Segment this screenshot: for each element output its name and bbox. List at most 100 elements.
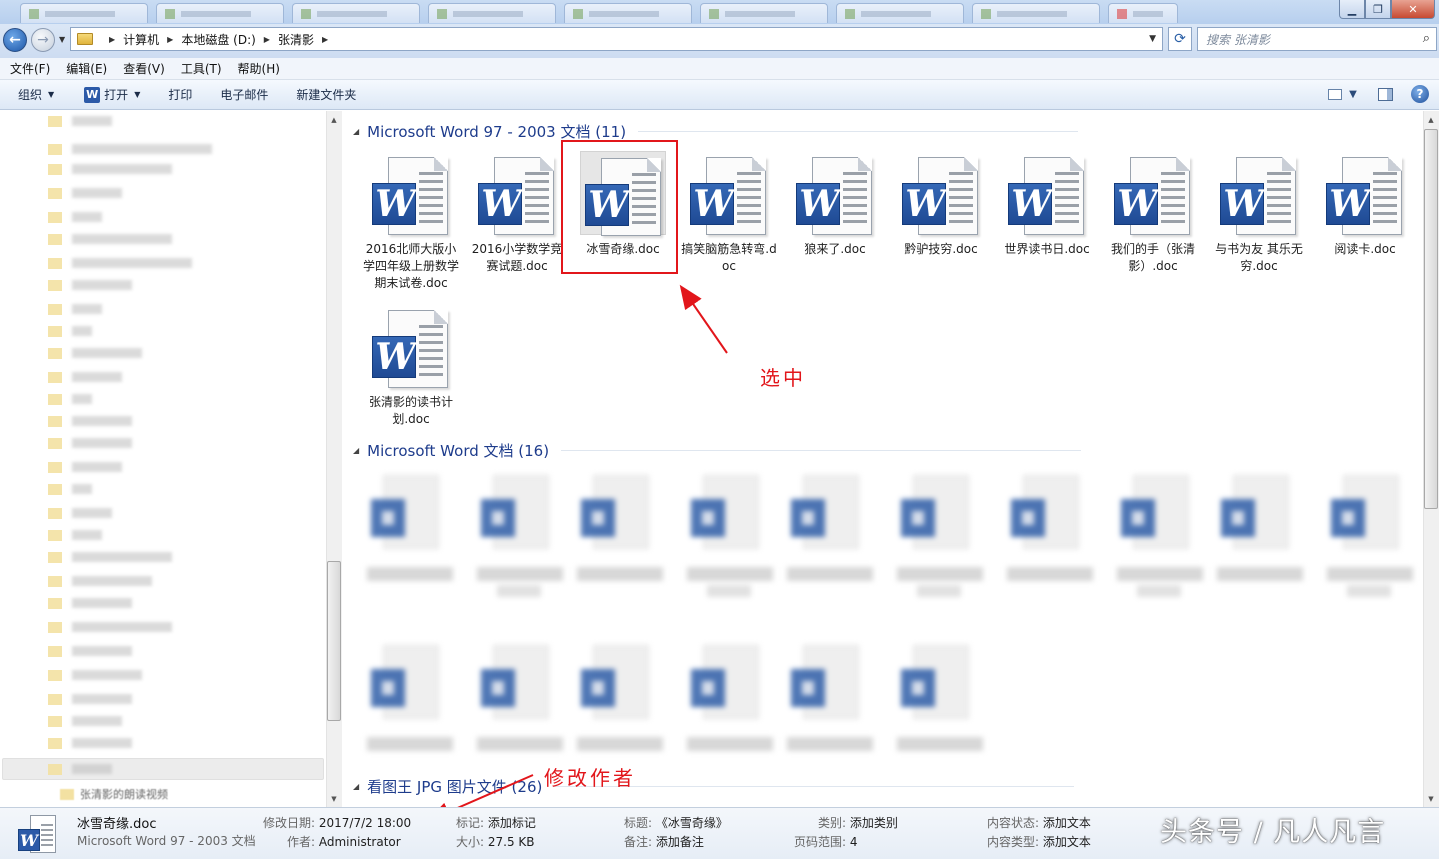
menu-help[interactable]: 帮助(H) — [238, 60, 280, 77]
refresh-button[interactable]: ⟳ — [1168, 27, 1192, 51]
blurred-tab[interactable] — [428, 3, 556, 23]
blurred-file-item[interactable] — [475, 469, 565, 619]
menu-view[interactable]: 查看(V) — [123, 60, 165, 77]
menu-file[interactable]: 文件(F) — [10, 60, 50, 77]
blurred-file-item[interactable] — [1325, 469, 1415, 619]
nav-tree-item[interactable] — [48, 461, 122, 473]
blurred-file-item[interactable] — [1215, 469, 1305, 619]
blurred-tab[interactable] — [292, 3, 420, 23]
file-item[interactable]: W 张清影的读书计划.doc — [363, 304, 459, 428]
address-dropdown[interactable]: ▼ — [1149, 34, 1156, 44]
nav-tree-item[interactable] — [48, 371, 122, 383]
chevron-right-icon[interactable]: ▶ — [109, 35, 115, 44]
group-header-jpg[interactable]: ◢ 看图王 JPG 图片文件 (26) — [353, 776, 1075, 797]
nav-tree-item[interactable] — [48, 551, 172, 563]
details-title[interactable]: 标题: 《冰雪奇缘》 — [624, 814, 728, 831]
scroll-up-icon[interactable]: ▲ — [1424, 112, 1438, 127]
nav-tree-item[interactable] — [48, 233, 172, 245]
details-category[interactable]: 类别: 添加类别 — [818, 814, 898, 831]
nav-tree-item[interactable] — [48, 507, 112, 519]
collapse-triangle-icon[interactable]: ◢ — [353, 782, 359, 791]
group-header-word97[interactable]: ◢ Microsoft Word 97 - 2003 文档 (11) — [353, 121, 1079, 142]
nav-tree-item[interactable] — [48, 211, 102, 223]
blurred-tab[interactable] — [20, 3, 148, 23]
address-bar[interactable]: ▶ 计算机 ▶ 本地磁盘 (D:) ▶ 张清影 ▶ ▼ — [70, 27, 1163, 51]
nav-tree-item[interactable] — [48, 325, 92, 337]
blurred-file-item[interactable] — [895, 639, 985, 789]
nav-tree-item[interactable] — [48, 575, 152, 587]
nav-tree-item[interactable] — [48, 187, 122, 199]
nav-tree-item[interactable] — [48, 715, 122, 727]
print-button[interactable]: 打印 — [168, 86, 192, 103]
scroll-up-icon[interactable]: ▲ — [327, 112, 341, 127]
nav-tree-item[interactable] — [48, 669, 142, 681]
nav-tree-item[interactable]: 张清影的朗读视频 — [60, 786, 168, 802]
nav-tree-item[interactable] — [48, 621, 172, 633]
file-item[interactable]: W 2016小学数学竞赛试题.doc — [469, 151, 565, 275]
chevron-right-icon[interactable]: ▶ — [167, 35, 173, 44]
breadcrumb-drive-d[interactable]: 本地磁盘 (D:) — [181, 31, 255, 48]
blurred-file-item[interactable] — [895, 469, 985, 619]
close-button[interactable]: ✕ — [1391, 0, 1435, 19]
nav-tree-item[interactable] — [48, 415, 132, 427]
minimize-button[interactable]: ▁ — [1339, 0, 1365, 19]
details-content-type[interactable]: 内容类型: 添加文本 — [987, 833, 1091, 850]
blurred-file-item[interactable] — [685, 639, 775, 789]
blurred-file-item[interactable] — [575, 469, 665, 619]
nav-tree-item[interactable] — [48, 163, 172, 175]
group-header-word[interactable]: ◢ Microsoft Word 文档 (16) — [353, 440, 1082, 461]
change-view-icon[interactable] — [1328, 88, 1342, 100]
blurred-tab[interactable] — [564, 3, 692, 23]
recent-pages-dropdown[interactable]: ▼ — [59, 35, 65, 44]
nav-tree-item[interactable] — [48, 143, 212, 155]
menu-edit[interactable]: 编辑(E) — [66, 60, 107, 77]
nav-tree-item[interactable] — [48, 763, 112, 775]
nav-tree-item[interactable] — [48, 257, 192, 269]
nav-tree-item[interactable] — [48, 483, 92, 495]
back-button[interactable]: ← — [3, 28, 27, 52]
new-folder-button[interactable]: 新建文件夹 — [296, 86, 356, 103]
blurred-tab[interactable] — [972, 3, 1100, 23]
preview-pane-icon[interactable] — [1378, 87, 1393, 101]
nav-tree-item[interactable] — [48, 115, 112, 127]
nav-tree-item[interactable] — [48, 279, 132, 291]
nav-tree-item[interactable] — [48, 529, 102, 541]
blurred-tab[interactable] — [700, 3, 828, 23]
chevron-right-icon[interactable]: ▶ — [264, 35, 270, 44]
blurred-file-item[interactable] — [685, 469, 775, 619]
collapse-triangle-icon[interactable]: ◢ — [353, 446, 359, 455]
nav-tree-item[interactable] — [48, 347, 142, 359]
details-author[interactable]: 作者: Administrator — [287, 833, 401, 850]
content-scroll-thumb[interactable] — [1424, 129, 1438, 509]
chevron-down-icon[interactable]: ▼ — [1348, 85, 1358, 103]
file-item[interactable]: W 我们的手（张清影）.doc — [1105, 151, 1201, 275]
blurred-file-item[interactable] — [1005, 469, 1095, 619]
organize-button[interactable]: 组织 ▼ — [18, 86, 54, 103]
nav-tree-item[interactable] — [48, 303, 102, 315]
blurred-file-item[interactable] — [1115, 469, 1205, 619]
nav-tree-item[interactable] — [48, 597, 132, 609]
details-comments[interactable]: 备注: 添加备注 — [624, 833, 704, 850]
menu-tools[interactable]: 工具(T) — [181, 60, 222, 77]
blurred-tab[interactable] — [1108, 3, 1178, 23]
email-button[interactable]: 电子邮件 — [220, 86, 268, 103]
collapse-triangle-icon[interactable]: ◢ — [353, 127, 359, 136]
blurred-tab[interactable] — [156, 3, 284, 23]
blurred-file-item[interactable] — [785, 639, 875, 789]
chevron-right-icon[interactable]: ▶ — [322, 35, 328, 44]
blurred-file-item[interactable] — [365, 639, 455, 789]
nav-tree-item[interactable] — [48, 645, 132, 657]
nav-tree-item[interactable] — [48, 693, 132, 705]
file-item[interactable]: W 与书为友 其乐无穷.doc — [1211, 151, 1307, 275]
blurred-tab[interactable] — [836, 3, 964, 23]
file-item[interactable]: W 搞笑脑筋急转弯.doc — [681, 151, 777, 275]
details-content-status[interactable]: 内容状态: 添加文本 — [987, 814, 1091, 831]
open-button[interactable]: W 打开 ▼ — [84, 86, 140, 103]
nav-tree-item[interactable] — [48, 437, 132, 449]
details-tags[interactable]: 标记: 添加标记 — [456, 814, 536, 831]
scroll-down-icon[interactable]: ▼ — [1424, 791, 1438, 806]
maximize-button[interactable]: ❐ — [1365, 0, 1391, 19]
search-input[interactable]: 搜索 张清影 ⌕ — [1197, 27, 1437, 51]
nav-tree-item[interactable] — [48, 393, 92, 405]
breadcrumb-folder[interactable]: 张清影 — [278, 31, 314, 48]
